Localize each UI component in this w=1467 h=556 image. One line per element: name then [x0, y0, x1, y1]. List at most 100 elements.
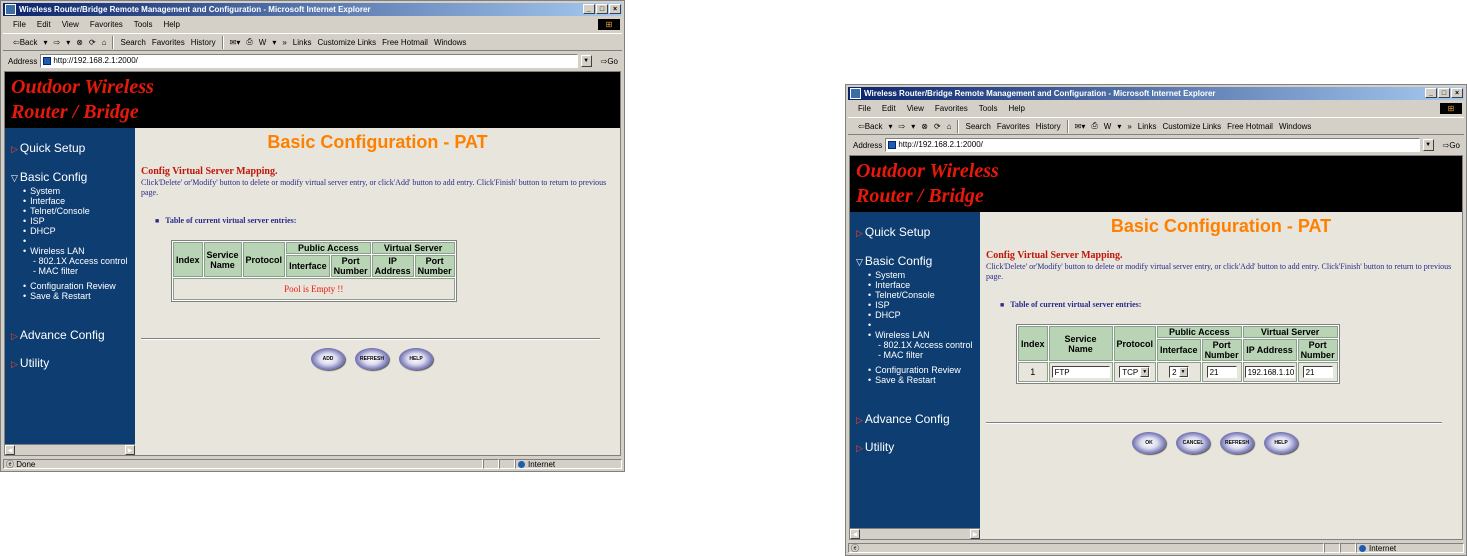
forward-button[interactable]: ⇨	[899, 122, 906, 131]
menu-tools[interactable]: Tools	[134, 20, 153, 29]
nav-isp[interactable]: ISP	[23, 216, 128, 226]
nav-save-restart[interactable]: Save & Restart	[23, 291, 128, 301]
nav-utility[interactable]: ▷ Utility	[856, 440, 894, 454]
link-customize[interactable]: Customize Links	[1162, 122, 1221, 131]
nav-telnet-console[interactable]: Telnet/Console	[23, 206, 128, 216]
menu-file[interactable]: File	[858, 104, 871, 113]
nav-isp[interactable]: ISP	[868, 300, 973, 310]
sidebar-hscrollbar[interactable]: ◀ ▶	[850, 528, 980, 539]
nav-basic-config[interactable]: ▽ Basic Config	[856, 254, 932, 268]
nav-system[interactable]: System	[868, 270, 973, 280]
menu-favorites[interactable]: Favorites	[90, 20, 123, 29]
help-button[interactable]: HELP	[399, 348, 433, 370]
link-hotmail[interactable]: Free Hotmail	[382, 38, 428, 47]
back-button[interactable]: ⇦Back	[858, 122, 883, 131]
menu-view[interactable]: View	[907, 104, 924, 113]
forward-dropdown-icon[interactable]: ▾	[911, 122, 915, 131]
nav-save-restart[interactable]: Save & Restart	[868, 375, 973, 385]
service-name-input[interactable]: FTP	[1051, 366, 1110, 378]
scroll-right-icon[interactable]: ▶	[125, 445, 135, 455]
close-button[interactable]: ×	[609, 4, 621, 14]
address-input[interactable]: http://192.168.2.1:2000/	[885, 138, 1420, 152]
go-button[interactable]: ⇨Go	[595, 57, 622, 66]
nav-mac-filter[interactable]: - MAC filter	[868, 350, 973, 360]
edit-button[interactable]: W	[1104, 122, 1112, 131]
nav-dhcp[interactable]: DHCP	[868, 310, 973, 320]
nav-telnet-console[interactable]: Telnet/Console	[868, 290, 973, 300]
nav-mac-filter[interactable]: - MAC filter	[23, 266, 128, 276]
nav-basic-config[interactable]: ▽ Basic Config	[11, 170, 87, 184]
scroll-left-icon[interactable]: ◀	[5, 445, 15, 455]
cancel-button[interactable]: CANCEL	[1176, 432, 1210, 454]
forward-button[interactable]: ⇨	[54, 38, 61, 47]
menu-favorites[interactable]: Favorites	[935, 104, 968, 113]
nav-advance-config[interactable]: ▷ Advance Config	[856, 412, 950, 426]
menu-view[interactable]: View	[62, 20, 79, 29]
favorites-button[interactable]: Favorites	[997, 122, 1030, 131]
ip-address-input[interactable]: 192.168.1.10	[1244, 366, 1295, 378]
refresh-button[interactable]: ⟳	[89, 38, 96, 47]
nav-quick-setup[interactable]: ▷ Quick Setup	[11, 141, 85, 155]
mail-button[interactable]: ✉▾	[230, 38, 241, 47]
scroll-right-icon[interactable]: ▶	[970, 529, 980, 539]
link-hotmail[interactable]: Free Hotmail	[1227, 122, 1273, 131]
print-button[interactable]: ⎙	[1091, 121, 1097, 131]
toolbar-more-icon[interactable]: »	[1127, 122, 1131, 131]
back-button[interactable]: ⇦Back	[13, 38, 38, 47]
search-button[interactable]: Search	[965, 122, 990, 131]
link-customize[interactable]: Customize Links	[317, 38, 376, 47]
menu-help[interactable]: Help	[1008, 104, 1024, 113]
nav-8021x[interactable]: - 802.1X Access control	[868, 340, 973, 350]
refresh-button[interactable]: ⟳	[934, 122, 941, 131]
refresh-page-button[interactable]: REFRESH	[355, 348, 389, 370]
nav-advance-config[interactable]: ▷ Advance Config	[11, 328, 105, 342]
add-button[interactable]: ADD	[311, 348, 345, 370]
address-dropdown-icon[interactable]: ▼	[580, 55, 592, 67]
protocol-select[interactable]: TCP ▼	[1119, 366, 1151, 378]
address-dropdown-icon[interactable]: ▼	[1422, 139, 1434, 151]
interface-select[interactable]: 2 ▼	[1169, 366, 1189, 378]
menu-edit[interactable]: Edit	[37, 20, 51, 29]
nav-dhcp[interactable]: DHCP	[23, 226, 128, 236]
edit-button[interactable]: W	[259, 38, 267, 47]
mail-button[interactable]: ✉▾	[1075, 122, 1086, 131]
back-dropdown-icon[interactable]: ▾	[44, 38, 48, 47]
close-button[interactable]: ×	[1451, 88, 1463, 98]
refresh-page-button[interactable]: REFRESH	[1220, 432, 1254, 454]
nav-wireless-lan[interactable]: Wireless LAN	[868, 330, 973, 340]
address-input[interactable]: http://192.168.2.1:2000/	[40, 54, 578, 68]
menu-tools[interactable]: Tools	[979, 104, 998, 113]
minimize-button[interactable]: _	[583, 4, 595, 14]
nav-quick-setup[interactable]: ▷ Quick Setup	[856, 225, 930, 239]
toolbar-more-icon[interactable]: »	[282, 38, 286, 47]
nav-config-review[interactable]: Configuration Review	[23, 281, 128, 291]
minimize-button[interactable]: _	[1425, 88, 1437, 98]
nav-interface[interactable]: Interface	[23, 196, 128, 206]
link-windows[interactable]: Windows	[1279, 122, 1311, 131]
menu-file[interactable]: File	[13, 20, 26, 29]
home-button[interactable]: ⌂	[102, 38, 107, 47]
public-port-input[interactable]: 21	[1206, 366, 1237, 378]
nav-pat[interactable]	[23, 236, 128, 246]
ok-button[interactable]: OK	[1132, 432, 1166, 454]
maximize-button[interactable]: □	[596, 4, 608, 14]
nav-wireless-lan[interactable]: Wireless LAN	[23, 246, 128, 256]
search-button[interactable]: Search	[120, 38, 145, 47]
history-button[interactable]: History	[191, 38, 216, 47]
menu-help[interactable]: Help	[163, 20, 179, 29]
scroll-left-icon[interactable]: ◀	[850, 529, 860, 539]
link-windows[interactable]: Windows	[434, 38, 466, 47]
stop-button[interactable]: ⊗	[921, 122, 928, 131]
nav-pat[interactable]	[868, 320, 973, 330]
nav-8021x[interactable]: - 802.1X Access control	[23, 256, 128, 266]
help-button[interactable]: HELP	[1264, 432, 1298, 454]
discuss-dropdown-icon[interactable]: ▾	[1117, 122, 1121, 131]
nav-config-review[interactable]: Configuration Review	[868, 365, 973, 375]
history-button[interactable]: History	[1036, 122, 1061, 131]
maximize-button[interactable]: □	[1438, 88, 1450, 98]
favorites-button[interactable]: Favorites	[152, 38, 185, 47]
nav-utility[interactable]: ▷ Utility	[11, 356, 49, 370]
virtual-port-input[interactable]: 21	[1302, 366, 1333, 378]
nav-interface[interactable]: Interface	[868, 280, 973, 290]
print-button[interactable]: ⎙	[246, 37, 252, 47]
